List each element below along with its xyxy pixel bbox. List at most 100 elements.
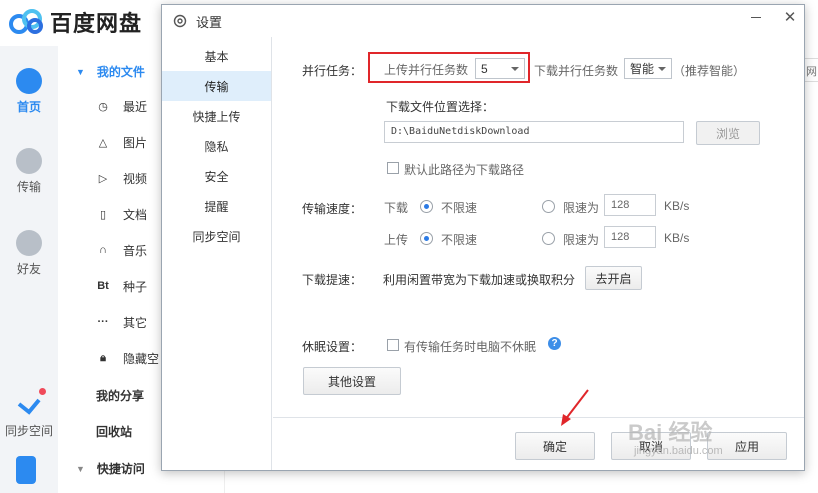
nav-friends[interactable]: 好友 bbox=[0, 230, 58, 277]
sync-icon bbox=[16, 388, 46, 418]
download-accelerate-label: 下载提速： bbox=[302, 273, 363, 287]
phone-icon[interactable] bbox=[16, 456, 36, 484]
subnav-docs-label: 文档 bbox=[123, 207, 148, 222]
upload-parallel-label: 上传并行任务数 bbox=[384, 63, 469, 77]
image-icon: △ bbox=[98, 136, 108, 149]
settings-dialog: 设置 ✕ 基本 传输 快捷上传 隐私 安全 提醒 同步空间 并行任务： 上传并行… bbox=[161, 4, 805, 471]
upload-parallel-select[interactable]: 5 bbox=[475, 58, 525, 79]
download-unlimited-label: 不限速 bbox=[441, 201, 478, 215]
download-limit-label: 限速为 bbox=[563, 201, 600, 215]
close-button[interactable]: ✕ bbox=[776, 5, 804, 29]
upload-limit-radio[interactable] bbox=[542, 232, 555, 245]
dialog-title: 设置 bbox=[196, 14, 223, 30]
tab-security[interactable]: 安全 bbox=[162, 161, 271, 191]
dropdown-arrow-icon bbox=[658, 67, 666, 71]
parallel-tasks-label: 并行任务： bbox=[302, 64, 363, 78]
help-icon[interactable]: ? bbox=[548, 337, 561, 350]
upload-limit-unit: KB/s bbox=[664, 231, 690, 245]
subnav-recent-label: 最近 bbox=[123, 99, 148, 114]
other-settings-button[interactable]: 其他设置 bbox=[303, 367, 401, 395]
quick-access-header[interactable]: ▼ 快捷访问 bbox=[76, 460, 145, 477]
tab-quick-upload[interactable]: 快捷上传 bbox=[162, 101, 271, 131]
cloud-logo-icon bbox=[8, 7, 46, 37]
caret-down-icon: ▼ bbox=[76, 463, 85, 474]
document-icon: ▯ bbox=[99, 208, 107, 221]
default-path-checkbox[interactable] bbox=[387, 162, 399, 174]
dialog-titlebar[interactable]: 设置 bbox=[162, 5, 804, 37]
dialog-footer: 确定 取消 应用 bbox=[273, 417, 804, 470]
browse-button[interactable]: 浏览 bbox=[696, 121, 760, 145]
enable-accelerate-button[interactable]: 去开启 bbox=[585, 266, 642, 290]
download-parallel-value: 智能 bbox=[630, 62, 655, 76]
tab-transfer[interactable]: 传输 bbox=[162, 71, 271, 101]
download-limit-radio[interactable] bbox=[542, 200, 555, 213]
headphones-icon: ∩ bbox=[99, 244, 107, 256]
accelerate-description: 利用闲置带宽为下载加速或换取积分 bbox=[383, 273, 576, 287]
prevent-sleep-label: 有传输任务时电脑不休眠 bbox=[404, 340, 537, 354]
subnav-recycle[interactable]: 回收站 bbox=[96, 423, 132, 440]
nav-sync[interactable]: 同步空间 bbox=[0, 388, 58, 439]
transfer-speed-label: 传输速度： bbox=[302, 202, 363, 216]
subnav-torrent-label: 种子 bbox=[123, 279, 148, 294]
red-arrow-annotation bbox=[561, 389, 589, 426]
download-location-label: 下载文件位置选择： bbox=[386, 100, 495, 114]
tab-privacy[interactable]: 隐私 bbox=[162, 131, 271, 161]
transfer-icon bbox=[16, 148, 42, 174]
nav-friends-label: 好友 bbox=[16, 262, 41, 276]
my-files-label: 我的文件 bbox=[96, 65, 145, 79]
nav-transfer[interactable]: 传输 bbox=[0, 148, 58, 195]
sleep-settings-label: 休眠设置： bbox=[302, 340, 363, 354]
caret-down-icon: ▼ bbox=[76, 66, 85, 77]
subnav-images-label: 图片 bbox=[123, 135, 148, 150]
play-icon: ▷ bbox=[98, 172, 108, 185]
gear-icon bbox=[173, 14, 187, 28]
subnav-other-label: 其它 bbox=[123, 315, 148, 330]
friends-icon bbox=[16, 230, 42, 256]
more-icon: ··· bbox=[97, 316, 109, 328]
download-limit-unit: KB/s bbox=[664, 199, 690, 213]
prevent-sleep-checkbox[interactable] bbox=[387, 339, 399, 351]
nav-home[interactable]: 首页 bbox=[0, 68, 58, 115]
download-parallel-select[interactable]: 智能 bbox=[624, 58, 672, 79]
subnav-music-label: 音乐 bbox=[123, 243, 148, 258]
bt-icon: Bt bbox=[97, 280, 109, 292]
tab-reminder[interactable]: 提醒 bbox=[162, 191, 271, 221]
subnav-my-share[interactable]: 我的分享 bbox=[96, 387, 144, 404]
nav-sync-label: 同步空间 bbox=[4, 424, 53, 438]
baidu-netdisk-logo: 百度网盘 bbox=[8, 6, 142, 38]
upload-parallel-value: 5 bbox=[481, 61, 488, 76]
nav-home-label: 首页 bbox=[16, 100, 41, 114]
download-limit-input[interactable]: 128 bbox=[604, 194, 656, 216]
tab-sync-space[interactable]: 同步空间 bbox=[162, 221, 271, 251]
default-path-label: 默认此路径为下载路径 bbox=[404, 163, 525, 177]
watermark-url: jingyan.baidu.com bbox=[634, 445, 723, 457]
lock-icon: 🔒︎ bbox=[100, 351, 106, 364]
nav-transfer-label: 传输 bbox=[16, 180, 41, 194]
tab-basic[interactable]: 基本 bbox=[162, 41, 271, 71]
download-speed-label: 下载 bbox=[384, 201, 409, 215]
cloud-icon bbox=[16, 68, 42, 94]
my-files-header[interactable]: ▼ 我的文件 bbox=[76, 63, 145, 80]
download-path-input[interactable]: D:\BaiduNetdiskDownload bbox=[384, 121, 684, 143]
minimize-icon bbox=[751, 16, 761, 18]
left-nav: 首页 传输 好友 同步空间 bbox=[0, 46, 58, 493]
close-icon: ✕ bbox=[783, 9, 797, 26]
upload-unlimited-label: 不限速 bbox=[441, 233, 478, 247]
upload-speed-label: 上传 bbox=[384, 233, 409, 247]
transfer-settings-panel: 并行任务： 上传并行任务数 5 下载并行任务数 智能 （推荐智能） 下载文件位置… bbox=[273, 37, 805, 417]
ok-button[interactable]: 确定 bbox=[515, 432, 595, 460]
upload-limit-input[interactable]: 128 bbox=[604, 226, 656, 248]
upload-limit-label: 限速为 bbox=[563, 233, 600, 247]
subnav-hidden-label: 隐藏空 bbox=[123, 351, 160, 366]
upload-unlimited-radio[interactable] bbox=[420, 232, 433, 245]
notification-dot bbox=[39, 388, 46, 395]
settings-tabs: 基本 传输 快捷上传 隐私 安全 提醒 同步空间 bbox=[162, 37, 272, 470]
minimize-button[interactable] bbox=[742, 5, 770, 29]
watermark: Bai 经验 bbox=[628, 420, 713, 445]
download-parallel-label: 下载并行任务数 bbox=[534, 64, 619, 78]
quick-access-label: 快捷访问 bbox=[96, 462, 145, 476]
recommend-hint: （推荐智能） bbox=[673, 64, 746, 78]
dropdown-arrow-icon bbox=[511, 67, 519, 71]
subnav-video-label: 视频 bbox=[123, 171, 148, 186]
download-unlimited-radio[interactable] bbox=[420, 200, 433, 213]
